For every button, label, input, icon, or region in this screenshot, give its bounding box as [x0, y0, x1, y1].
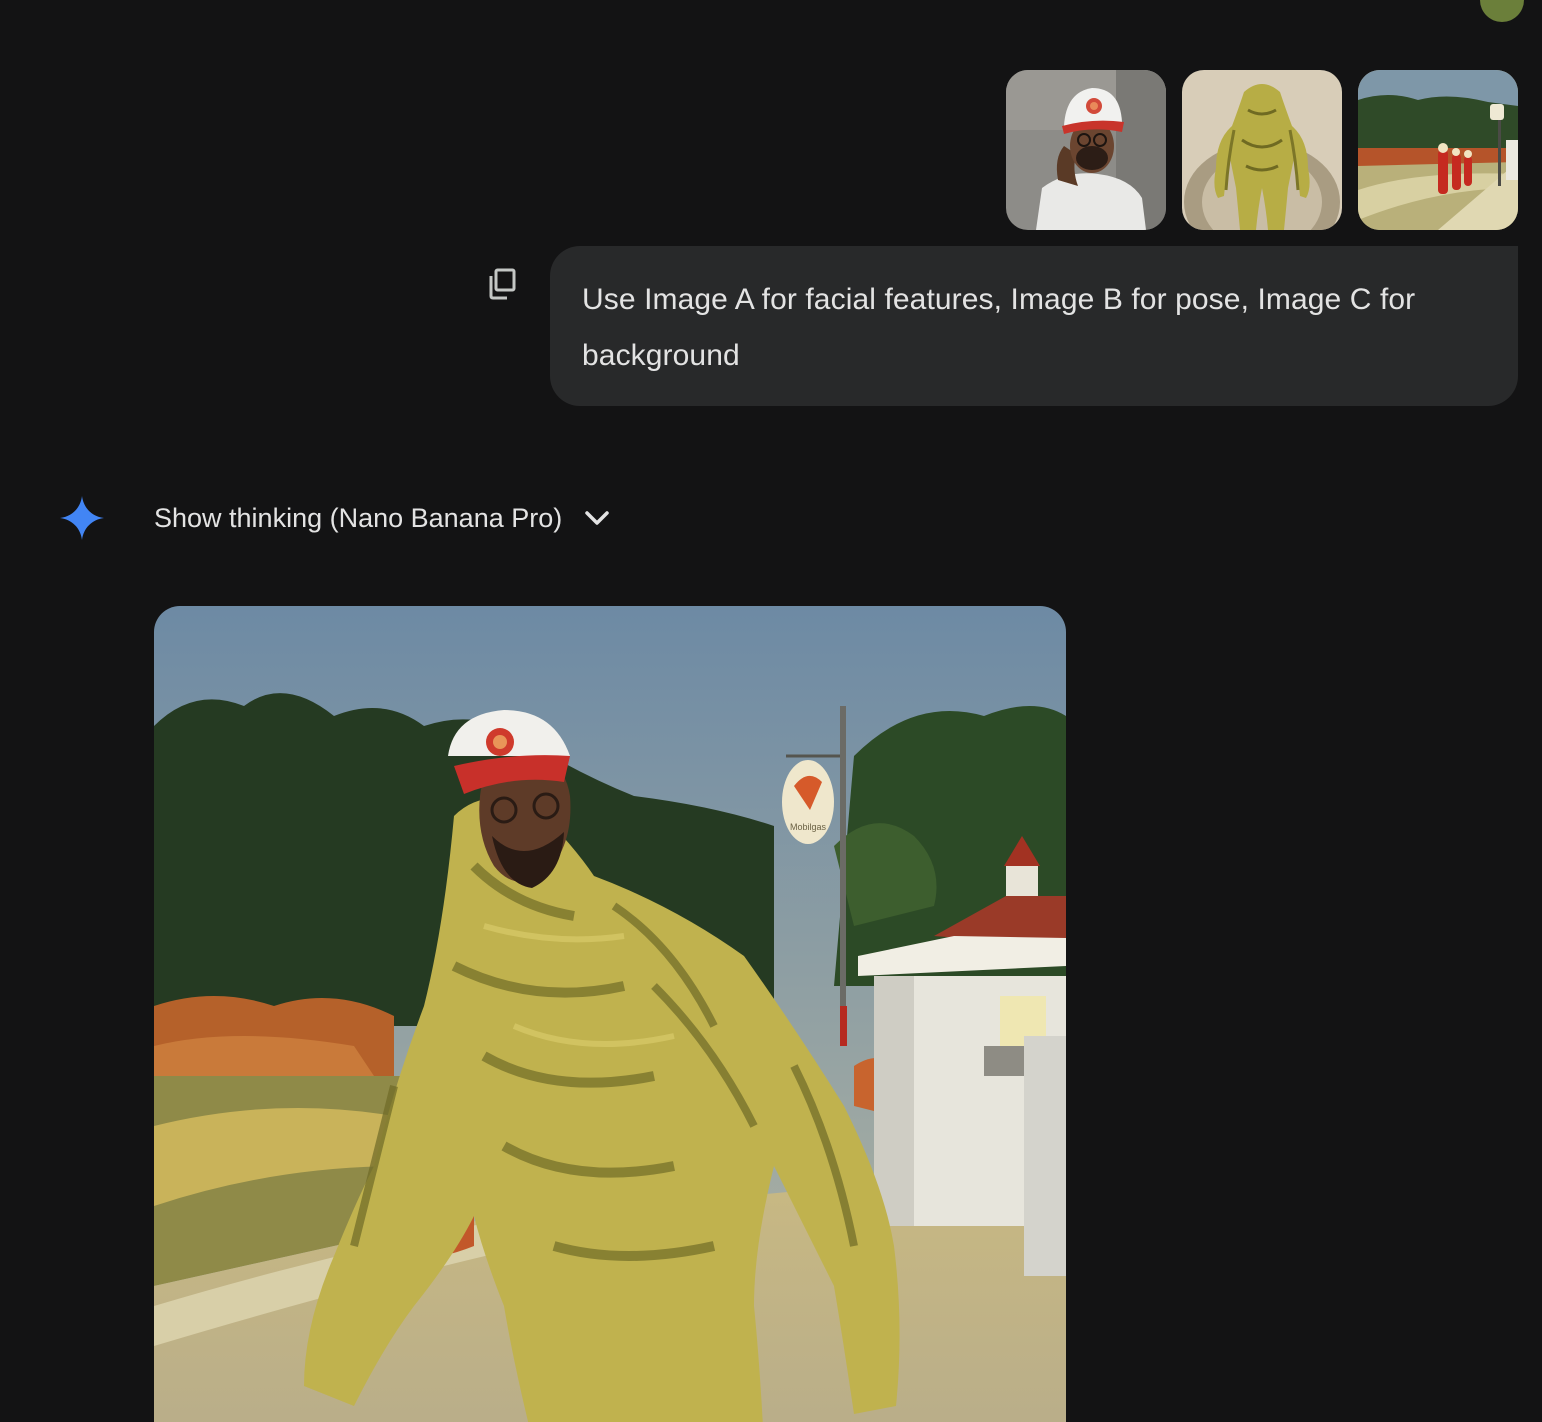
gas-station-painting-icon [1358, 70, 1518, 230]
gemini-spark-icon [60, 496, 104, 540]
copy-prompt-button[interactable] [484, 266, 520, 302]
copy-icon [489, 268, 516, 300]
attachment-thumbnail-c[interactable] [1358, 70, 1518, 230]
attachment-thumbnail-b[interactable] [1182, 70, 1342, 230]
user-avatar[interactable] [1480, 0, 1524, 22]
user-prompt-text: Use Image A for facial features, Image B… [582, 283, 1416, 372]
chat-page: Use Image A for facial features, Image B… [0, 0, 1542, 1422]
generated-painting: Mobilgas [154, 606, 1066, 1422]
show-thinking-toggle[interactable]: Show thinking (Nano Banana Pro) [154, 494, 610, 542]
mobilgas-sign-text: Mobilgas [790, 822, 827, 832]
portrait-photo-icon [1006, 70, 1166, 230]
user-prompt-bubble: Use Image A for facial features, Image B… [550, 246, 1518, 406]
generated-image[interactable]: Mobilgas [154, 606, 1066, 1422]
yellow-figure-painting-icon [1182, 70, 1342, 230]
show-thinking-label: Show thinking (Nano Banana Pro) [154, 502, 563, 533]
attachment-thumbnail-a[interactable] [1006, 70, 1166, 230]
attachment-thumbnails [1006, 70, 1518, 230]
chevron-down-icon [585, 511, 609, 525]
